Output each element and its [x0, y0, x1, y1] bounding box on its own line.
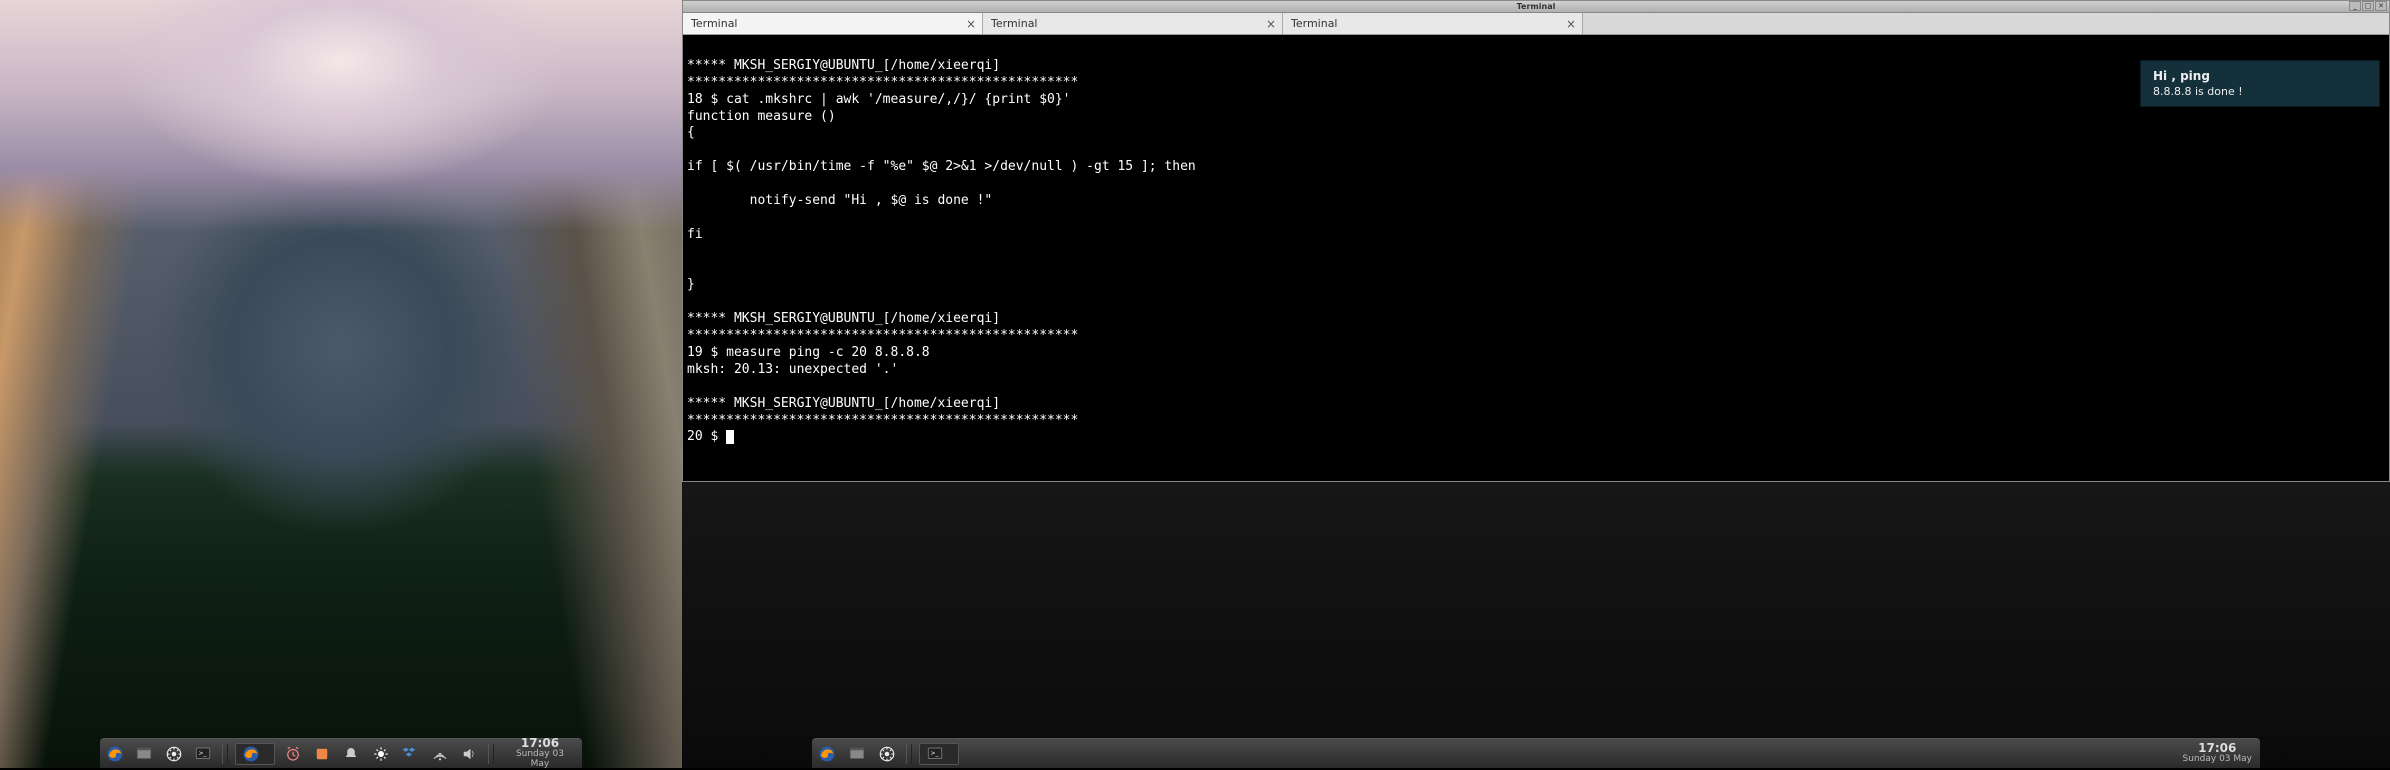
media-icon[interactable]: [310, 742, 333, 766]
terminal-body[interactable]: ***** MKSH_SERGIY@UBUNTU_[/home/xieerqi]…: [683, 35, 2389, 481]
separator: [906, 744, 912, 764]
task-terminal[interactable]: >_: [919, 743, 959, 765]
clock-date: Sunday 03 May: [506, 750, 574, 770]
files-icon[interactable]: [845, 742, 869, 766]
terminal-icon[interactable]: >_: [191, 742, 214, 766]
wallpaper-yosemite: [0, 0, 682, 768]
window-title: Terminal: [1517, 2, 1556, 11]
clock[interactable]: 17:06 Sunday 03 May: [2175, 742, 2260, 765]
firefox-icon[interactable]: [103, 742, 126, 766]
brightness-icon[interactable]: [369, 742, 392, 766]
terminal-window: Terminal _ □ ✕ Terminal × Terminal × Ter…: [682, 0, 2390, 482]
volume-icon[interactable]: [458, 742, 481, 766]
separator: [488, 744, 494, 764]
bell-icon[interactable]: [340, 742, 363, 766]
clock-date: Sunday 03 May: [2183, 755, 2252, 765]
clock[interactable]: 17:06 Sunday 03 May: [498, 737, 582, 770]
network-icon[interactable]: [428, 742, 451, 766]
minimize-button[interactable]: _: [2349, 1, 2361, 11]
terminal-cursor: [726, 430, 734, 444]
tab-label: Terminal: [1291, 17, 1338, 30]
tab-label: Terminal: [991, 17, 1038, 30]
taskbar-left: >_ 17:06 Sunday 03 May: [100, 738, 582, 768]
terminal-tab-1[interactable]: Terminal ×: [683, 13, 983, 34]
tab-close-icon[interactable]: ×: [1566, 17, 1576, 31]
maximize-button[interactable]: □: [2362, 1, 2374, 11]
close-button[interactable]: ✕: [2375, 1, 2387, 11]
svg-text:>_: >_: [931, 749, 940, 756]
files-icon[interactable]: [132, 742, 155, 766]
monitor-left: >_ 17:06 Sunday 03 May: [0, 0, 682, 768]
terminal-tab-2[interactable]: Terminal ×: [983, 13, 1283, 34]
monitor-right: Terminal _ □ ✕ Terminal × Terminal × Ter…: [682, 0, 2390, 768]
separator: [222, 744, 228, 764]
window-titlebar[interactable]: Terminal _ □ ✕: [683, 1, 2389, 13]
tab-close-icon[interactable]: ×: [1266, 17, 1276, 31]
notification-toast[interactable]: Hi , ping 8.8.8.8 is done !: [2140, 60, 2380, 107]
menu-icon[interactable]: [162, 742, 185, 766]
terminal-tabs: Terminal × Terminal × Terminal ×: [683, 13, 2389, 35]
tab-close-icon[interactable]: ×: [966, 17, 976, 31]
tab-label: Terminal: [691, 17, 738, 30]
firefox-icon[interactable]: [815, 742, 839, 766]
terminal-tab-3[interactable]: Terminal ×: [1283, 13, 1583, 34]
notification-body: 8.8.8.8 is done !: [2153, 85, 2367, 98]
taskbar-right: >_ 17:06 Sunday 03 May: [812, 738, 2260, 768]
task-firefox[interactable]: [235, 743, 275, 765]
alarm-icon[interactable]: [281, 742, 304, 766]
notification-title: Hi , ping: [2153, 69, 2367, 83]
menu-icon[interactable]: [875, 742, 899, 766]
dropbox-icon[interactable]: [399, 742, 422, 766]
svg-text:>_: >_: [199, 749, 208, 756]
